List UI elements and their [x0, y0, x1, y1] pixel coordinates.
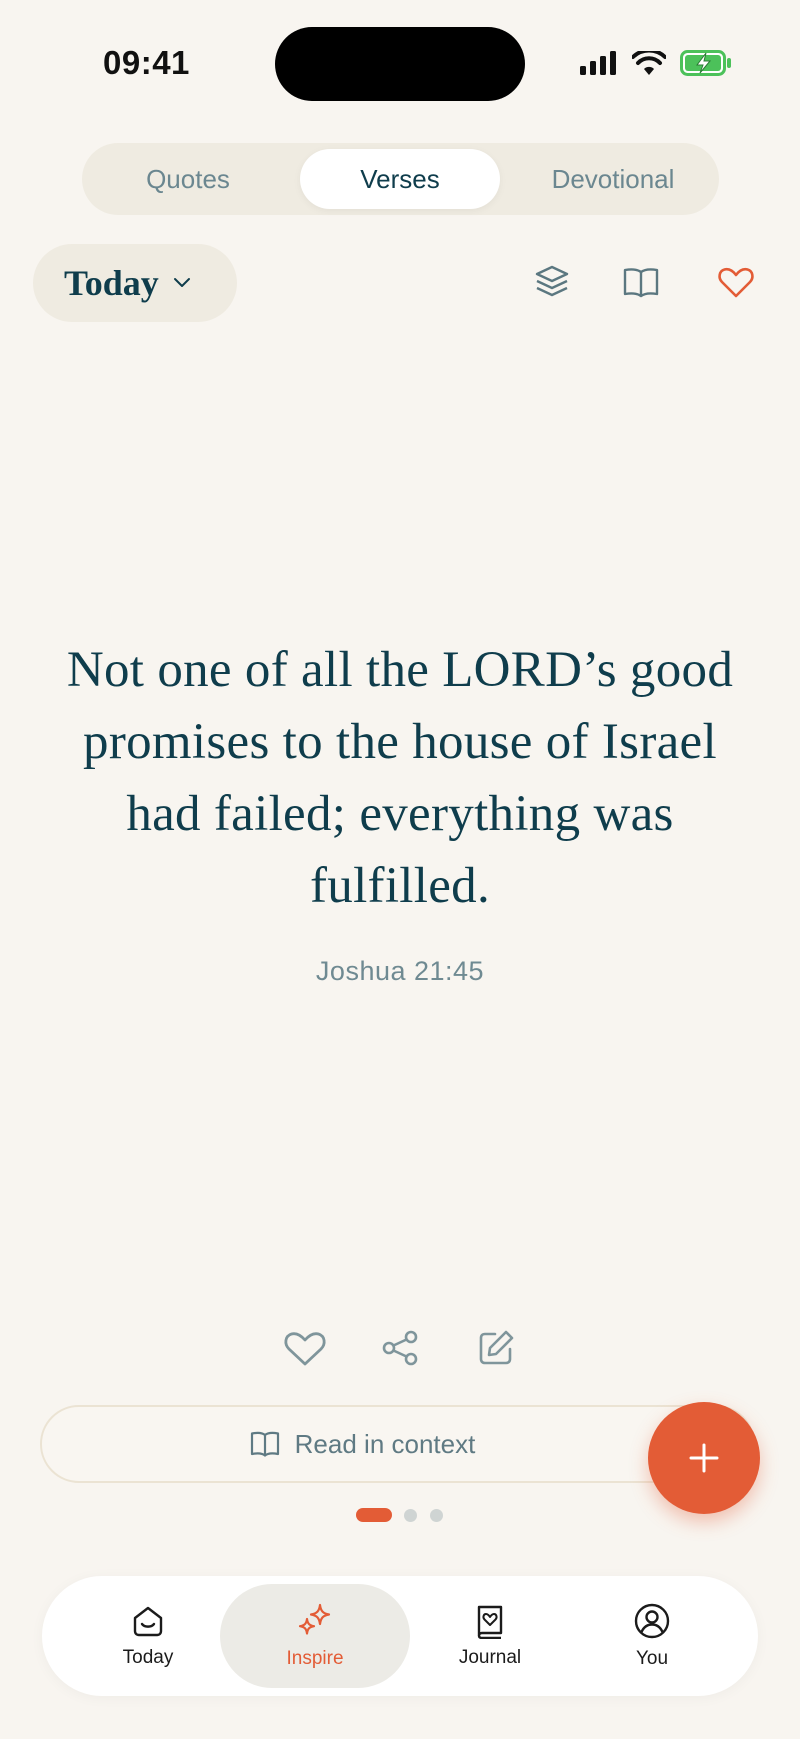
- battery-charging-icon: [680, 50, 731, 76]
- share-nodes-icon: [382, 1330, 418, 1366]
- heart-icon: [718, 267, 754, 298]
- cellular-signal-icon: [580, 51, 616, 75]
- page-indicator-dot: [430, 1509, 443, 1522]
- page-indicator-active: [356, 1508, 392, 1522]
- heart-outline-icon: [284, 1332, 326, 1366]
- date-filter-dropdown[interactable]: Today: [33, 244, 237, 322]
- layers-icon: [535, 265, 569, 297]
- wifi-icon: [632, 50, 666, 75]
- book-icon: [250, 1431, 279, 1457]
- sparkles-icon: [298, 1603, 331, 1635]
- tab-devotional[interactable]: Devotional: [507, 143, 719, 215]
- tab-inspire[interactable]: Inspire: [220, 1584, 410, 1688]
- tab-verses[interactable]: Verses: [300, 149, 500, 209]
- tab-quotes[interactable]: Quotes: [82, 143, 294, 215]
- read-in-context-button[interactable]: Read in context: [40, 1405, 755, 1483]
- tab-journal-label: Journal: [458, 1647, 522, 1668]
- home-smile-icon: [133, 1606, 163, 1637]
- status-icons: [580, 50, 732, 76]
- user-circle-icon: [634, 1603, 670, 1639]
- dynamic-island: [275, 27, 525, 101]
- like-button[interactable]: [283, 1326, 327, 1370]
- bottom-tab-bar: Today Inspire Journal You: [42, 1576, 758, 1696]
- tab-today-label: Today: [122, 1647, 174, 1668]
- bible-button[interactable]: [619, 260, 663, 304]
- read-in-context-content: Read in context: [42, 1407, 682, 1481]
- plus-icon: [689, 1443, 719, 1473]
- verse-text: Not one of all the LORD’s good promises …: [66, 642, 734, 914]
- status-time: 09:41: [103, 44, 190, 81]
- content-type-segmented-control: Quotes Verses Devotional: [82, 143, 719, 215]
- edit-pencil-icon: [479, 1330, 514, 1365]
- tab-today[interactable]: Today: [68, 1576, 228, 1696]
- journal-heart-icon: [477, 1605, 503, 1639]
- tab-you[interactable]: You: [572, 1576, 732, 1696]
- tab-you-label: You: [635, 1648, 669, 1669]
- read-in-context-label: Read in context: [294, 1428, 476, 1459]
- tab-inspire-label: Inspire: [286, 1648, 344, 1669]
- favorite-button[interactable]: [714, 260, 758, 304]
- add-button[interactable]: [648, 1402, 760, 1514]
- verse-reference: Joshua 21:45: [315, 956, 485, 986]
- open-book-icon: [623, 268, 659, 298]
- share-button[interactable]: [378, 1326, 422, 1370]
- date-filter-label: Today: [64, 263, 159, 303]
- page-indicator-dot: [404, 1509, 417, 1522]
- layers-button[interactable]: [530, 260, 574, 304]
- edit-note-button[interactable]: [474, 1326, 518, 1370]
- chevron-down-icon: [173, 278, 190, 287]
- tab-journal[interactable]: Journal: [410, 1576, 570, 1696]
